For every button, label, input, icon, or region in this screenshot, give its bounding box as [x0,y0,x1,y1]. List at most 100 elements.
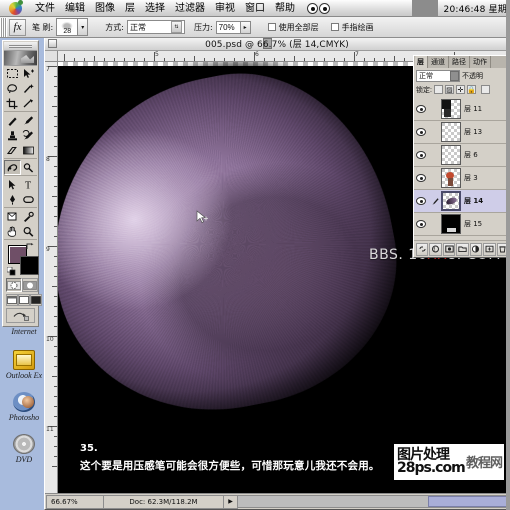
new-group-icon[interactable] [456,242,469,256]
layer-thumbnail[interactable] [441,191,461,211]
full-screen-with-menubar-icon[interactable] [18,294,30,306]
paintbrush-tool-button[interactable] [20,113,37,128]
toolbox-title-bar[interactable] [4,42,37,51]
blend-mode-spinner-icon[interactable] [450,70,459,81]
standard-mask-mode-icon[interactable] [6,278,22,292]
lock-all-icon[interactable]: 🔒 [466,85,476,94]
tab-actions[interactable]: 动作 [470,56,491,68]
link-layers-icon[interactable] [416,242,429,256]
add-layer-style-icon[interactable]: f [429,242,442,256]
menu-item-select[interactable]: 选择 [140,1,170,16]
tab-channels[interactable]: 通道 [428,56,449,68]
desktop-icon-outlook[interactable]: Outlook Ex [1,350,47,380]
layer-visibility-toggle[interactable] [414,128,428,136]
move-tool-button[interactable] [20,66,37,81]
eyedropper-tool-button[interactable] [20,209,37,224]
shape-tool-button[interactable] [20,192,37,207]
lock-transparent-icon[interactable] [433,85,443,94]
ruler-corner[interactable] [45,51,58,62]
tab-layers[interactable]: 层 [414,56,428,68]
layer-visibility-toggle[interactable] [414,174,428,182]
brush-dropdown-arrow-icon[interactable]: ▾ [78,18,89,36]
menu-item-image[interactable]: 图像 [90,1,120,16]
triangle-right-icon[interactable]: ▶ [224,494,238,509]
layer-row-selected[interactable]: 层 14 [414,190,509,213]
type-tool-button[interactable]: T [20,177,37,192]
layer-visibility-toggle[interactable] [414,197,428,205]
layer-visibility-toggle[interactable] [414,105,428,113]
layer-thumbnail[interactable] [441,168,461,188]
desktop-icon-photoshop[interactable]: Photosho [1,392,47,422]
layer-active-brush-cell[interactable] [428,197,441,206]
clone-stamp-tool-button[interactable] [4,128,21,143]
layer-row[interactable]: 层 3 [414,167,509,190]
layer-thumbnail[interactable] [441,214,461,234]
layer-thumbnail[interactable] [441,99,461,119]
layer-row[interactable]: 层 11 [414,98,509,121]
brush-preview[interactable]: 28 [56,18,79,36]
menu-item-help[interactable]: 帮助 [270,1,300,16]
layer-thumbnail[interactable] [441,145,461,165]
history-brush-tool-button[interactable] [20,128,37,143]
tab-paths[interactable]: 路径 [449,56,470,68]
new-adjustment-layer-icon[interactable] [469,242,483,256]
layer-visibility-toggle[interactable] [414,220,428,228]
menu-item-edit[interactable]: 编辑 [60,1,90,16]
menu-bar-clock[interactable]: 20:46:48 星期 [438,2,510,15]
default-colors-icon[interactable] [7,267,16,276]
finger-painting-checkbox-group[interactable]: 手指绘画 [330,22,377,33]
lock-extra-icon[interactable] [480,85,490,94]
lock-image-icon[interactable]: ▨ [444,85,454,94]
lasso-tool-button[interactable] [4,81,21,96]
zoom-level-field[interactable]: 66.67% [46,494,104,509]
zoom-tool-button[interactable] [20,224,37,239]
document-title-bar[interactable]: 005.psd @ 66.7% (层 14,CMYK) [45,37,509,51]
dodge-burn-tool-button[interactable] [20,160,37,175]
layer-thumbnail[interactable] [441,122,461,142]
opacity-control[interactable]: 不透明 [462,71,483,81]
menu-item-layer[interactable]: 层 [120,1,140,16]
eraser-tool-button[interactable] [4,143,21,158]
path-selection-tool-button[interactable] [4,177,21,192]
layers-list[interactable]: 层 11 层 13 层 6 层 3 层 14 层 15 [414,98,509,240]
finger-painting-checkbox[interactable] [330,23,339,31]
menu-item-filter[interactable]: 过滤器 [170,1,210,16]
full-screen-mode-icon[interactable] [30,294,42,306]
vertical-ruler[interactable]: 7 8 9 10 11 [45,62,58,493]
pressure-dropdown-arrow-icon[interactable]: ▸ [240,20,251,34]
updown-spinner-icon[interactable]: ⇅ [170,21,182,33]
apple-logo-icon[interactable] [9,0,23,15]
layer-row[interactable]: 层 6 [414,144,509,167]
magic-wand-tool-button[interactable] [20,81,37,96]
healing-brush-tool-button[interactable] [4,113,21,128]
desktop-icon-dvd[interactable]: DVD [1,434,47,464]
gradient-tool-button[interactable] [20,143,37,158]
options-bar-grip[interactable] [0,17,7,37]
new-layer-icon[interactable] [483,242,496,256]
slice-tool-button[interactable] [20,96,37,111]
menu-item-file[interactable]: 文件 [30,1,60,16]
horizontal-scrollbar[interactable] [238,495,510,508]
menu-item-window[interactable]: 窗口 [240,1,270,16]
crop-tool-button[interactable] [4,96,21,111]
standard-screen-mode-icon[interactable] [6,294,18,306]
smudge-tool-button[interactable] [4,160,21,175]
pressure-input[interactable]: 70% [215,20,241,34]
hand-tool-button[interactable] [4,224,21,239]
background-color-swatch[interactable] [20,256,39,275]
lock-position-icon[interactable]: ✛ [455,85,465,94]
blend-mode-select[interactable]: 正常 [416,69,460,82]
mode-select[interactable]: 正常 ⇅ [126,20,185,34]
add-mask-icon[interactable] [442,242,456,256]
use-all-layers-checkbox-group[interactable]: 使用全部层 [267,22,322,33]
swap-colors-icon[interactable] [26,243,34,251]
layer-row[interactable]: 层 13 [414,121,509,144]
layer-visibility-toggle[interactable] [414,151,428,159]
notes-tool-button[interactable] [4,209,21,224]
scrollbar-thumb[interactable] [428,496,510,507]
layer-row[interactable]: 层 15 [414,213,509,236]
marquee-tool-button[interactable] [4,66,21,81]
menu-item-view[interactable]: 审视 [210,1,240,16]
pen-tool-button[interactable] [4,192,21,207]
use-all-layers-checkbox[interactable] [267,23,276,31]
